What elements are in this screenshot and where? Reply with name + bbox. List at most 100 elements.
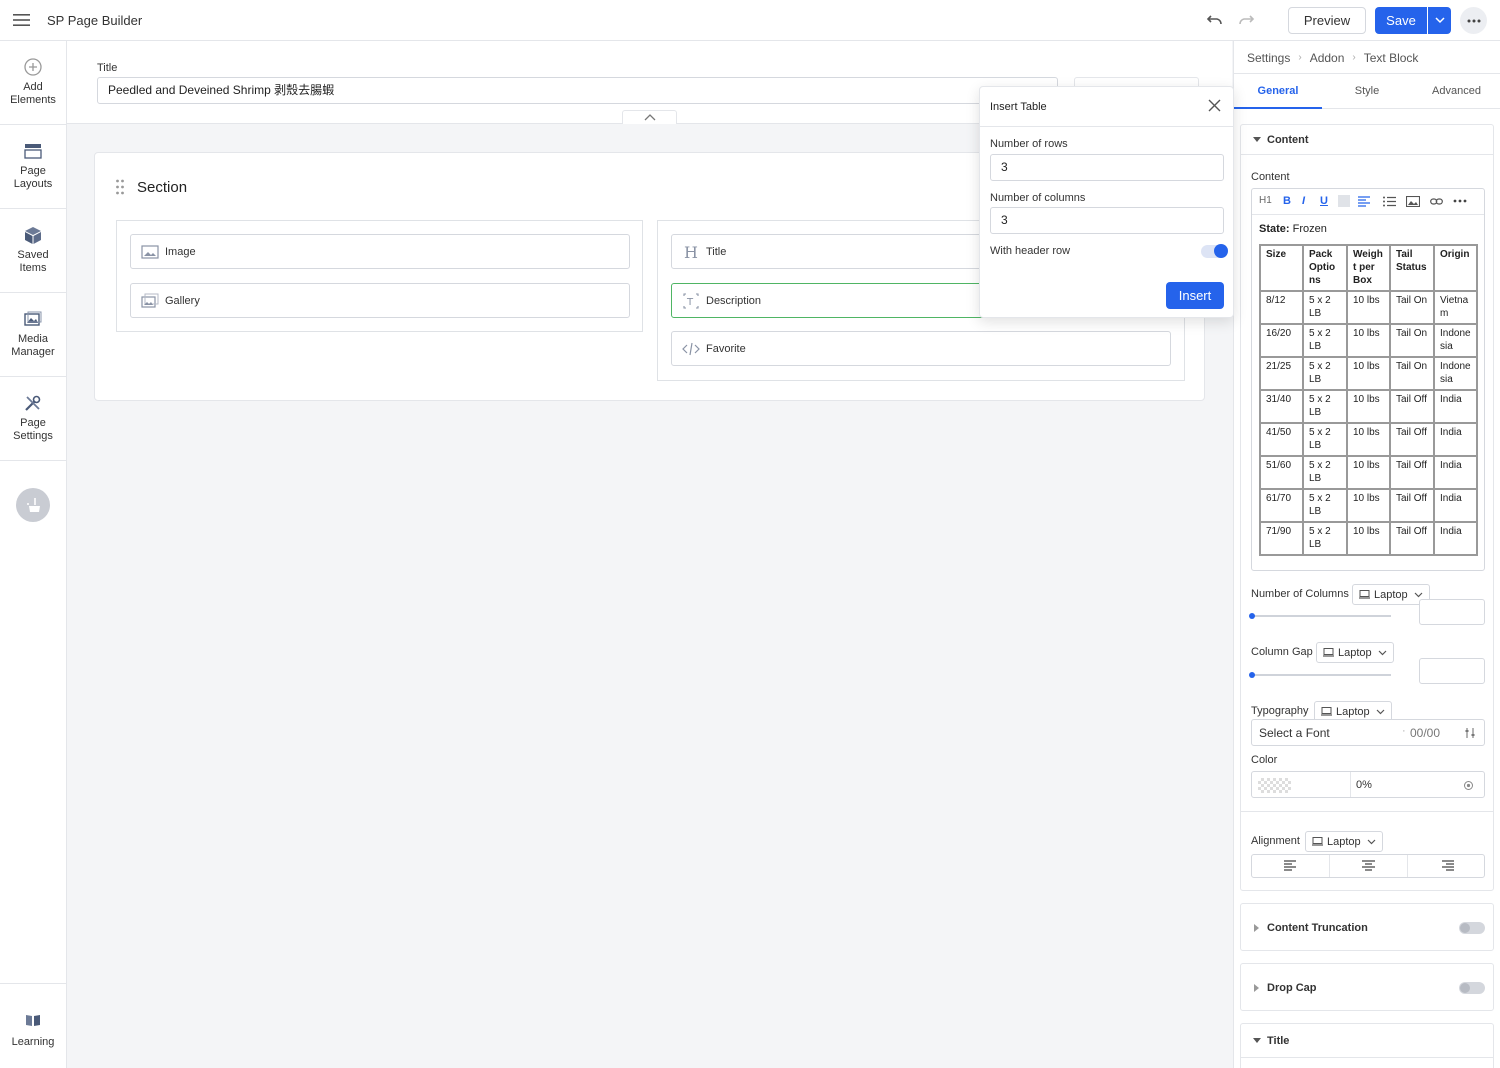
column-gap-value-input[interactable]: [1419, 658, 1485, 684]
align-right-button[interactable]: [1408, 855, 1486, 877]
table-cell: India: [1434, 489, 1477, 522]
product-table: Size Pack Optio ns Weigh t per Box Tail …: [1259, 244, 1478, 556]
sidebar-item-add-elements[interactable]: Add Elements: [0, 41, 66, 125]
slider-knob[interactable]: [1249, 672, 1255, 678]
table-header-cell: Origin: [1434, 245, 1477, 291]
settings-panel: Settings › Addon › Text Block General Style …: [1233, 41, 1500, 1068]
table-cell: Indone sia: [1434, 357, 1477, 390]
text-icon: T: [682, 293, 700, 309]
sidebar-item-learning[interactable]: Learning: [0, 983, 66, 1068]
sliders-icon[interactable]: [1464, 727, 1476, 739]
title-input[interactable]: Peedled and Deveined Shrimp 剥殼去腸蝦: [97, 77, 1058, 104]
table-cell: 31/40: [1260, 390, 1303, 423]
table-cell: 10 lbs: [1347, 291, 1390, 324]
bold-icon[interactable]: B: [1283, 195, 1291, 207]
editor-toolbar: H1 B I U: [1252, 189, 1484, 215]
breadcrumb-item[interactable]: Settings: [1247, 51, 1290, 65]
content-group-header[interactable]: Content: [1241, 125, 1493, 155]
heading-icon: H: [682, 244, 700, 260]
sidebar-item-saved-items[interactable]: Saved Items: [0, 209, 66, 293]
rows-input[interactable]: 3: [990, 154, 1224, 181]
ellipsis-icon[interactable]: [1453, 199, 1467, 203]
color-swatch[interactable]: [1258, 778, 1291, 793]
device-select[interactable]: Laptop: [1305, 831, 1383, 852]
rich-text-editor[interactable]: H1 B I U State: Frozen Size Pack Optio n…: [1251, 188, 1485, 571]
device-label: Laptop: [1338, 647, 1372, 659]
link-icon[interactable]: [1430, 196, 1443, 207]
content-truncation-group[interactable]: Content Truncation: [1240, 903, 1494, 951]
addon-image[interactable]: Image: [130, 234, 630, 269]
font-select[interactable]: Select a Font · 00/00: [1251, 719, 1485, 746]
table-cell: 10 lbs: [1347, 423, 1390, 456]
eyedropper-icon[interactable]: [1463, 780, 1474, 791]
header-row-toggle[interactable]: [1201, 244, 1228, 258]
italic-icon[interactable]: I: [1302, 195, 1305, 207]
laptop-icon: [1312, 837, 1323, 846]
breadcrumb-item[interactable]: Addon: [1310, 51, 1345, 65]
preview-button[interactable]: Preview: [1288, 7, 1366, 34]
tab-style[interactable]: Style: [1323, 74, 1411, 109]
color-picker[interactable]: 0%: [1251, 771, 1485, 798]
chevron-down-icon: [1378, 650, 1387, 656]
alignment-buttons: [1251, 854, 1485, 878]
addon-label: Description: [706, 295, 762, 307]
device-select[interactable]: Laptop: [1316, 642, 1394, 663]
list-icon[interactable]: [1383, 196, 1396, 207]
column-1[interactable]: Image Gallery: [116, 220, 643, 332]
sidebar-item-label: Saved Items: [17, 249, 49, 274]
addon-label: Title: [706, 246, 727, 258]
hamburger-menu-icon[interactable]: [12, 12, 32, 28]
table-cell: 5 x 2 LB: [1303, 357, 1347, 390]
number-of-columns-label: Number of Columns: [1251, 588, 1349, 600]
align-center-button[interactable]: [1330, 855, 1408, 877]
title-group-header[interactable]: Title: [1241, 1024, 1493, 1058]
box-icon: [23, 225, 43, 245]
save-options-button[interactable]: [1428, 7, 1451, 34]
save-button[interactable]: Save: [1375, 7, 1427, 34]
close-icon[interactable]: [1208, 99, 1221, 112]
table-cell: 10 lbs: [1347, 522, 1390, 555]
insert-button[interactable]: Insert: [1166, 282, 1224, 309]
drop-cap-group[interactable]: Drop Cap: [1240, 963, 1494, 1011]
tab-general[interactable]: General: [1234, 74, 1322, 109]
alignment-label: Alignment: [1251, 835, 1300, 847]
highlight-icon[interactable]: [1338, 195, 1350, 207]
collapse-header-button[interactable]: [622, 110, 677, 124]
align-left-icon[interactable]: [1358, 196, 1371, 207]
plus-circle-icon: [23, 57, 43, 77]
tab-advanced[interactable]: Advanced: [1412, 74, 1500, 109]
column-gap-slider[interactable]: [1249, 672, 1391, 678]
table-cell: 5 x 2 LB: [1303, 291, 1347, 324]
align-left-button[interactable]: [1252, 855, 1330, 877]
addon-gallery[interactable]: Gallery: [130, 283, 630, 318]
undo-icon[interactable]: [1206, 12, 1224, 28]
columns-value-input[interactable]: [1419, 599, 1485, 625]
table-cell: 51/60: [1260, 456, 1303, 489]
media-icon: [23, 309, 43, 329]
laptop-icon: [1359, 590, 1370, 599]
ellipsis-icon: [1467, 19, 1480, 23]
underline-icon[interactable]: U: [1320, 195, 1328, 207]
more-options-button[interactable]: [1460, 7, 1487, 34]
insert-image-icon[interactable]: [1406, 196, 1420, 207]
table-cell: Tail Off: [1390, 522, 1434, 555]
heading-format-icon[interactable]: H1: [1259, 195, 1272, 206]
table-cell: India: [1434, 423, 1477, 456]
addon-favorite[interactable]: Favorite: [671, 331, 1171, 366]
content-truncation-toggle[interactable]: [1459, 922, 1485, 934]
table-cell: Tail On: [1390, 291, 1434, 324]
sidebar-item-page-settings[interactable]: Page Settings: [0, 377, 66, 461]
clean-up-button[interactable]: [16, 488, 50, 522]
slider-knob[interactable]: [1249, 613, 1255, 619]
table-cell: 5 x 2 LB: [1303, 324, 1347, 357]
columns-slider[interactable]: [1249, 613, 1391, 619]
redo-icon[interactable]: [1237, 12, 1255, 28]
drag-handle-icon[interactable]: [115, 179, 125, 195]
column-gap-label: Column Gap: [1251, 646, 1313, 658]
align-left-icon: [1284, 860, 1296, 871]
drop-cap-toggle[interactable]: [1459, 982, 1485, 994]
columns-input[interactable]: 3: [990, 207, 1224, 234]
insert-table-dialog: Insert Table Number of rows 3 Number of …: [979, 86, 1234, 318]
sidebar-item-page-layouts[interactable]: Page Layouts: [0, 125, 66, 209]
sidebar-item-media-manager[interactable]: Media Manager: [0, 293, 66, 377]
